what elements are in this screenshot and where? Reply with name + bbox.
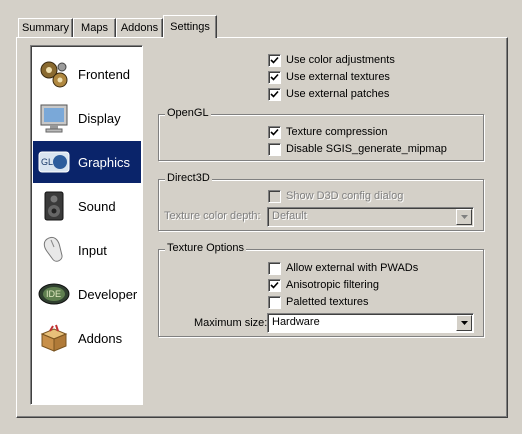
nav-item-label: Sound — [78, 198, 116, 214]
dropdown-button[interactable] — [456, 315, 472, 331]
checkbox-label: Use external patches — [286, 88, 390, 100]
maximum-size-label: Maximum size: — [194, 317, 268, 329]
texture-color-depth-label: Texture color depth: — [164, 210, 261, 222]
group-title: Texture Options — [165, 242, 247, 254]
nav-item-developer[interactable]: IDE Developer — [33, 273, 141, 315]
checkbox-label: Paletted textures — [286, 296, 369, 308]
paletted-textures-checkbox[interactable]: Paletted textures — [268, 295, 369, 309]
checkbox-box[interactable] — [268, 87, 281, 101]
checkbox-label: Allow external with PWADs — [286, 262, 419, 274]
nav-item-display[interactable]: Display — [33, 97, 141, 139]
use-color-adjustments-checkbox[interactable]: Use color adjustments — [268, 53, 395, 67]
monitor-icon — [40, 104, 68, 133]
nav-item-label: Frontend — [78, 66, 131, 82]
maximum-size-select[interactable]: Hardware — [267, 313, 474, 333]
speaker-icon — [44, 191, 64, 221]
checkbox-label: Use external textures — [286, 71, 390, 83]
checkbox-box[interactable] — [268, 261, 281, 275]
checkbox-box[interactable] — [268, 295, 281, 309]
dropdown-button[interactable] — [456, 209, 472, 225]
use-external-textures-checkbox[interactable]: Use external textures — [268, 70, 390, 84]
mouse-icon — [43, 236, 63, 262]
gears-icon — [40, 61, 68, 88]
tab-settings[interactable]: Settings — [163, 15, 217, 38]
tab-maps[interactable]: Maps — [73, 18, 116, 37]
nav-item-label: Graphics — [78, 154, 131, 170]
tab-label: Settings — [170, 21, 210, 33]
nav-item-label: Display — [78, 110, 121, 126]
chevron-down-icon — [460, 321, 468, 325]
texture-color-depth-select[interactable]: Default — [267, 207, 474, 227]
nav-item-frontend[interactable]: Frontend — [33, 53, 141, 95]
checkbox-box[interactable] — [268, 189, 281, 203]
show-d3d-config-checkbox[interactable]: Show D3D config dialog — [268, 189, 403, 203]
allow-external-pwads-checkbox[interactable]: Allow external with PWADs — [268, 261, 418, 275]
opengl-icon: GL — [38, 151, 70, 173]
checkbox-box[interactable] — [268, 70, 281, 84]
checkbox-box[interactable] — [268, 125, 281, 139]
checkbox-box[interactable] — [268, 278, 281, 292]
use-external-patches-checkbox[interactable]: Use external patches — [268, 87, 389, 101]
checkmark-icon — [270, 90, 279, 98]
box-icon — [40, 324, 68, 352]
combo-value: Default — [272, 210, 307, 222]
nav-item-input[interactable]: Input — [33, 229, 141, 271]
ide-icon: IDE — [38, 283, 70, 305]
group-title: Direct3D — [165, 172, 212, 184]
checkbox-label: Texture compression — [286, 126, 388, 138]
combo-value: Hardware — [272, 316, 320, 328]
checkbox-label: Use color adjustments — [286, 54, 395, 66]
disable-sgis-checkbox[interactable]: Disable SGIS_generate_mipmap — [268, 142, 447, 156]
nav-item-graphics[interactable]: GL Graphics — [33, 141, 141, 183]
checkmark-icon — [270, 281, 279, 289]
tab-label: Summary — [21, 22, 70, 34]
checkmark-icon — [270, 56, 279, 64]
nav-item-label: Developer — [78, 286, 138, 302]
tab-label: Maps — [81, 22, 108, 34]
nav-item-addons[interactable]: Addons — [33, 317, 141, 359]
tab-summary[interactable]: Summary — [18, 18, 73, 37]
group-title: OpenGL — [165, 107, 211, 119]
anisotropic-filtering-checkbox[interactable]: Anisotropic filtering — [268, 278, 379, 292]
tab-addons[interactable]: Addons — [116, 18, 163, 37]
settings-category-list[interactable]: Frontend Display GL Graphics Sound Input… — [30, 45, 143, 405]
texture-compression-checkbox[interactable]: Texture compression — [268, 125, 388, 139]
nav-item-label: Addons — [78, 330, 123, 346]
chevron-down-icon — [460, 215, 468, 219]
nav-item-label: Input — [78, 242, 107, 258]
nav-item-sound[interactable]: Sound — [33, 185, 141, 227]
checkmark-icon — [270, 128, 279, 136]
svg-text:IDE: IDE — [46, 289, 61, 299]
checkbox-box[interactable] — [268, 53, 281, 67]
checkbox-label: Disable SGIS_generate_mipmap — [286, 143, 447, 155]
svg-text:GL: GL — [41, 157, 53, 167]
checkbox-label: Show D3D config dialog — [286, 190, 404, 202]
checkbox-label: Anisotropic filtering — [286, 279, 379, 291]
checkmark-icon — [270, 73, 279, 81]
checkbox-box[interactable] — [268, 142, 281, 156]
tab-label: Addons — [120, 22, 159, 34]
